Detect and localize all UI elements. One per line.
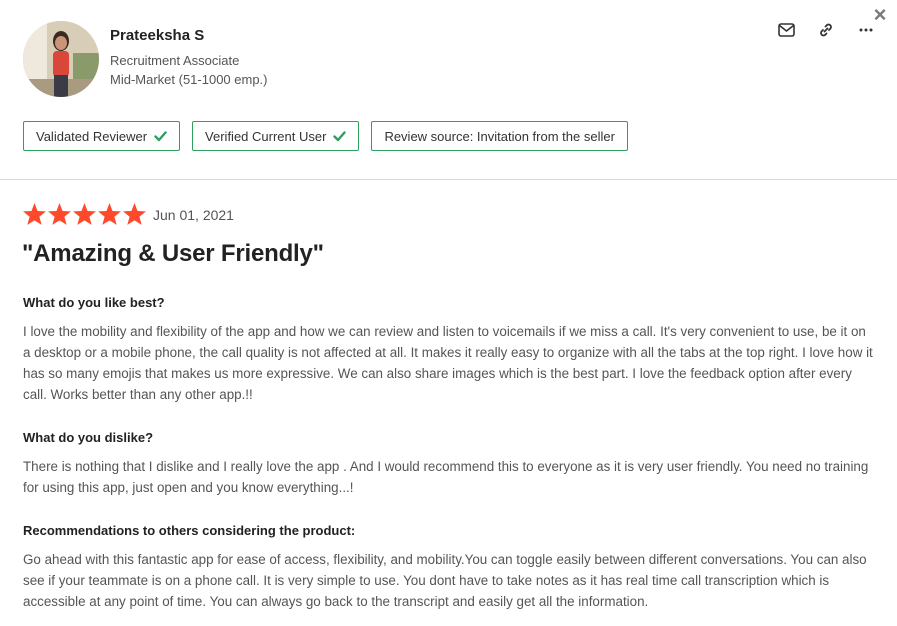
badge-list: Validated Reviewer Verified Current User… [23, 121, 628, 151]
review-title: "Amazing & User Friendly" [22, 240, 324, 267]
verified-current-user-badge: Verified Current User [192, 121, 360, 151]
reviewer-name: Prateeksha S [110, 27, 205, 44]
badge-label: Validated Reviewer [36, 128, 148, 144]
answer-text: Go ahead with this fantastic app for eas… [23, 552, 867, 609]
avatar [23, 21, 99, 97]
badge-label: Verified Current User [205, 128, 327, 144]
star-icon [23, 203, 46, 225]
question-heading: What do you like best? [23, 295, 165, 310]
star-rating [22, 202, 147, 227]
star-icon [98, 203, 121, 225]
answer-text: There is nothing that I dislike and I re… [23, 459, 869, 495]
answer-text: I love the mobility and flexibility of t… [23, 324, 873, 402]
mail-icon[interactable] [772, 20, 800, 40]
check-icon [333, 130, 347, 142]
validated-reviewer-badge: Validated Reviewer [23, 121, 181, 151]
question-heading: What do you dislike? [23, 430, 154, 445]
star-icon [48, 203, 71, 225]
star-icon [73, 203, 96, 225]
reviewer-segment: Mid-Market (51-1000 emp.) [110, 72, 268, 87]
star-icon [123, 203, 146, 225]
check-icon [154, 130, 167, 142]
link-icon[interactable] [812, 20, 840, 40]
question-heading: Recommendations to others considering th… [23, 523, 356, 538]
review-source-badge: Review source: Invitation from the selle… [371, 121, 628, 151]
reviewer-header: Prateeksha S Recruitment Associate Mid-M… [0, 0, 897, 180]
reviewer-role: Recruitment Associate [110, 53, 240, 68]
review-date: Jun 01, 2021 [153, 207, 234, 223]
badge-label: Review source: Invitation from the selle… [384, 128, 615, 144]
more-icon[interactable] [852, 20, 880, 40]
